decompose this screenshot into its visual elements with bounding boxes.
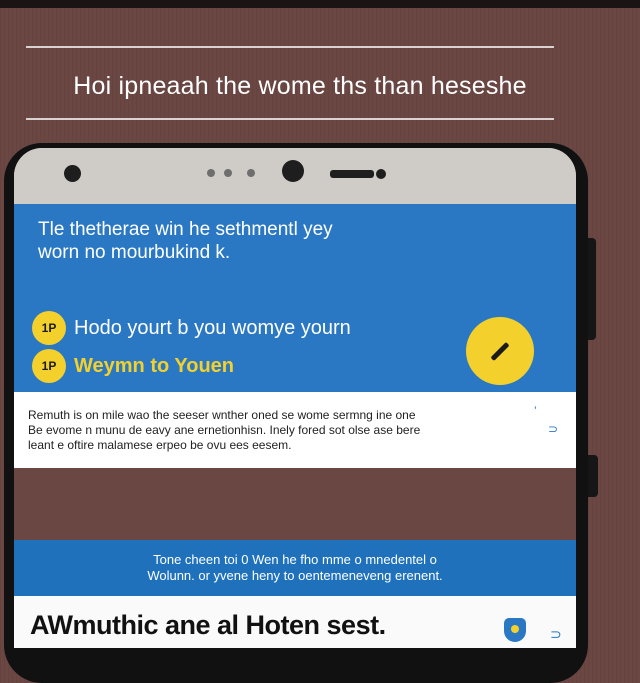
- edit-button[interactable]: [466, 317, 534, 385]
- info-line: Be evome n munu de eavy ane ernetionhisn…: [28, 423, 421, 437]
- power-button: [588, 455, 598, 497]
- banner-divider-bottom: [26, 118, 554, 120]
- top-bar: [0, 0, 640, 8]
- info-line: leant e oftire malamese erpeo be ovu ees…: [28, 438, 292, 452]
- front-camera-icon: [64, 165, 81, 182]
- banner-divider-top: [26, 46, 554, 48]
- background-band: [14, 468, 576, 540]
- hero-list-item[interactable]: 1P Weymn to Youen: [32, 349, 234, 383]
- hero-item-label: Hodo yourt b you womye yourn: [74, 316, 351, 339]
- sensor-dot-icon: [207, 169, 215, 177]
- hero-description: Tle thetherae win he sethmentl yey worn …: [38, 218, 508, 264]
- sensor-dot-icon: [247, 169, 255, 177]
- shield-icon[interactable]: [504, 618, 526, 642]
- promo-text: Tone cheen toi 0 Wen he fho mme o mneden…: [14, 552, 576, 584]
- proximity-sensor-icon: [376, 169, 386, 179]
- badge-icon: 1P: [32, 349, 66, 383]
- hero-item-label: Weymn to Youen: [74, 354, 235, 377]
- status-bar: [14, 148, 576, 204]
- info-mark: ’: [534, 404, 537, 418]
- info-card: Remuth is on mile wao the seeser wnther …: [14, 392, 576, 468]
- info-text: Remuth is on mile wao the seeser wnther …: [28, 408, 548, 453]
- hero-list-item[interactable]: 1P Hodo yourt b you womye yourn: [32, 311, 351, 345]
- bottom-title: AWmuthic ane al Hoten sest.: [30, 610, 386, 640]
- hero-text-line: Tle thetherae win he sethmentl yey: [38, 219, 333, 240]
- hero-text-line: worn no mourbukind k.: [38, 242, 231, 263]
- camera-lens-icon: [282, 160, 304, 182]
- phone-screen: Tle thetherae win he sethmentl yey worn …: [14, 148, 576, 648]
- sensor-dot-icon: [224, 169, 232, 177]
- promo-line: Tone cheen toi 0 Wen he fho mme o mneden…: [153, 552, 437, 567]
- hero-panel: Tle thetherae win he sethmentl yey worn …: [14, 204, 576, 392]
- banner-title: Hoi ipneaah the wome ths than heseshe: [73, 72, 527, 100]
- volume-button: [588, 238, 596, 340]
- bottom-card[interactable]: AWmuthic ane al Hoten sest. ⊃: [14, 596, 576, 648]
- expand-icon[interactable]: ⊃: [548, 422, 558, 436]
- speaker-grille-icon: [330, 170, 374, 178]
- promo-line: Wolunn. or yvene heny to oentemeneveng e…: [147, 568, 443, 583]
- expand-icon[interactable]: ⊃: [550, 626, 562, 643]
- badge-icon: 1P: [32, 311, 66, 345]
- promo-banner[interactable]: Tone cheen toi 0 Wen he fho mme o mneden…: [14, 540, 576, 596]
- info-line: Remuth is on mile wao the seeser wnther …: [28, 408, 416, 422]
- pencil-icon: [490, 341, 510, 361]
